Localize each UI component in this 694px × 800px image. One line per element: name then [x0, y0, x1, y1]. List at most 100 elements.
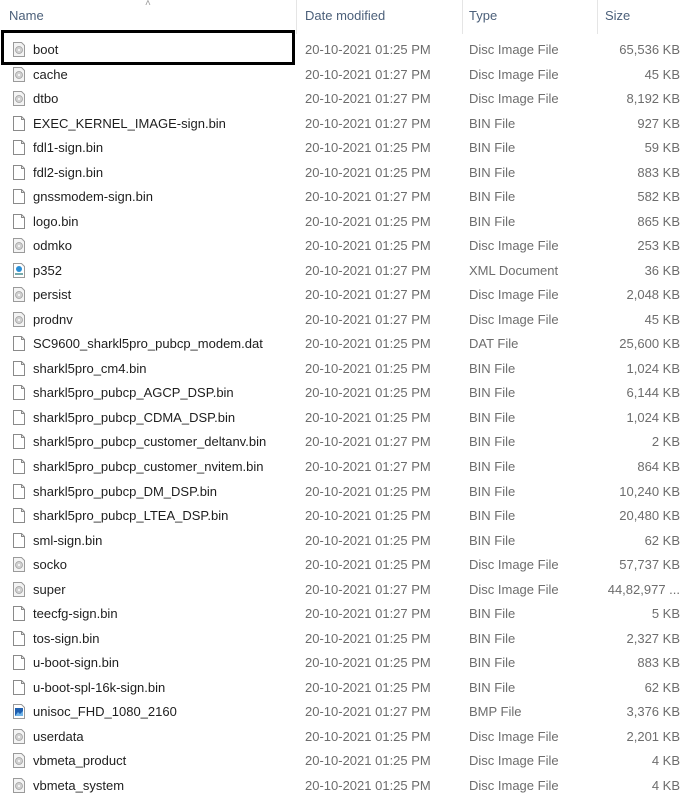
file-row[interactable]: prodnv 20-10-2021 01:27 PM Disc Image Fi…: [0, 308, 694, 332]
file-row[interactable]: SC9600_sharkl5pro_pubcp_modem.dat 20-10-…: [0, 332, 694, 356]
file-row[interactable]: p352 20-10-2021 01:27 PM XML Document 36…: [0, 259, 694, 283]
file-size: 10,240 KB: [619, 483, 680, 499]
file-row[interactable]: sharkl5pro_pubcp_LTEA_DSP.bin 20-10-2021…: [0, 504, 694, 528]
file-type: Disc Image File: [469, 728, 559, 744]
column-type[interactable]: Type: [469, 8, 497, 23]
file-type: Disc Image File: [469, 557, 559, 573]
file-size: 44,82,977 ...: [607, 581, 680, 597]
file-date: 20-10-2021 01:27 PM: [305, 581, 431, 597]
file-size: 927 KB: [637, 115, 680, 131]
file-row[interactable]: vbmeta_product 20-10-2021 01:25 PM Disc …: [0, 749, 694, 773]
file-size: 864 KB: [637, 459, 680, 474]
file-date: 20-10-2021 01:27 PM: [305, 287, 431, 303]
file-type: BIN File: [469, 213, 516, 229]
file-size: 5 KB: [651, 606, 680, 622]
file-name: sharkl5pro_pubcp_DM_DSP.bin: [33, 483, 218, 499]
file-row[interactable]: sharkl5pro_cm4.bin 20-10-2021 01:25 PM B…: [0, 357, 694, 381]
file-type: BIN File: [469, 606, 516, 622]
file-row[interactable]: EXEC_KERNEL_IMAGE-sign.bin 20-10-2021 01…: [0, 112, 694, 136]
file-type: BIN File: [469, 164, 516, 180]
file-type: Disc Image File: [469, 581, 559, 597]
file-row[interactable]: teecfg-sign.bin 20-10-2021 01:27 PM BIN …: [0, 602, 694, 626]
file-name: sharkl5pro_pubcp_AGCP_DSP.bin: [33, 385, 234, 401]
file-size: 4 KB: [651, 753, 680, 769]
file-size: 1,024 KB: [626, 409, 681, 425]
disc-file-icon: [13, 753, 25, 769]
file-file-icon: [13, 630, 25, 646]
file-date: 20-10-2021 01:25 PM: [305, 655, 431, 671]
file-type: Disc Image File: [469, 287, 559, 303]
file-name: fdl1-sign.bin: [33, 140, 104, 156]
file-size: 62 KB: [644, 532, 680, 548]
file-row[interactable]: sharkl5pro_pubcp_CDMA_DSP.bin 20-10-2021…: [0, 406, 694, 430]
file-file-icon: [13, 679, 25, 695]
column-size[interactable]: Size: [605, 8, 630, 23]
file-name: vbmeta_system: [33, 777, 125, 793]
file-size: 65,536 KB: [619, 42, 680, 57]
file-type: Disc Image File: [469, 238, 559, 254]
file-name: logo.bin: [33, 213, 79, 229]
file-row[interactable]: userdata 20-10-2021 01:25 PM Disc Image …: [0, 725, 694, 749]
file-size: 8,192 KB: [626, 91, 681, 107]
file-row[interactable]: fdl2-sign.bin 20-10-2021 01:25 PM BIN Fi…: [0, 161, 694, 185]
file-row[interactable]: cache 20-10-2021 01:27 PM Disc Image Fil…: [0, 63, 694, 87]
file-row[interactable]: sharkl5pro_pubcp_customer_nvitem.bin 20-…: [0, 455, 694, 479]
file-row[interactable]: super 20-10-2021 01:27 PM Disc Image Fil…: [0, 578, 694, 602]
file-name: sharkl5pro_pubcp_LTEA_DSP.bin: [33, 508, 229, 524]
file-size: 6,144 KB: [626, 385, 681, 401]
file-size: 865 KB: [637, 213, 680, 229]
column-divider[interactable]: [296, 0, 297, 34]
disc-file-icon: [13, 311, 25, 327]
file-row[interactable]: gnssmodem-sign.bin 20-10-2021 01:27 PM B…: [0, 185, 694, 209]
file-row[interactable]: tos-sign.bin 20-10-2021 01:25 PM BIN Fil…: [0, 627, 694, 651]
column-divider[interactable]: [462, 0, 463, 34]
file-file-icon: [13, 115, 25, 131]
file-row[interactable]: odmko 20-10-2021 01:25 PM Disc Image Fil…: [0, 234, 694, 258]
file-name: gnssmodem-sign.bin: [33, 189, 153, 205]
file-file-icon: [13, 336, 25, 352]
file-row[interactable]: persist 20-10-2021 01:27 PM Disc Image F…: [0, 283, 694, 307]
file-name: cache: [33, 66, 68, 82]
file-row[interactable]: u-boot-sign.bin 20-10-2021 01:25 PM BIN …: [0, 651, 694, 675]
file-date: 20-10-2021 01:27 PM: [305, 66, 431, 82]
disc-file-icon: [13, 287, 25, 303]
file-name: fdl2-sign.bin: [33, 164, 104, 180]
file-type: BIN File: [469, 115, 516, 131]
file-row[interactable]: sharkl5pro_pubcp_DM_DSP.bin 20-10-2021 0…: [0, 480, 694, 504]
column-divider[interactable]: [597, 0, 598, 34]
file-row[interactable]: dtbo 20-10-2021 01:27 PM Disc Image File…: [0, 87, 694, 111]
file-file-icon: [13, 140, 25, 156]
file-type: Disc Image File: [469, 66, 559, 82]
file-date: 20-10-2021 01:27 PM: [305, 91, 431, 107]
file-type: BIN File: [469, 189, 516, 205]
file-row[interactable]: sharkl5pro_pubcp_customer_deltanv.bin 20…: [0, 430, 694, 454]
file-row[interactable]: socko 20-10-2021 01:25 PM Disc Image Fil…: [0, 553, 694, 577]
file-file-icon: [13, 360, 25, 376]
file-file-icon: [13, 213, 25, 229]
file-size: 4 KB: [651, 777, 680, 793]
file-date: 20-10-2021 01:27 PM: [305, 704, 431, 720]
column-name[interactable]: Name: [9, 8, 44, 23]
file-name: unisoc_FHD_1080_2160: [33, 704, 177, 720]
bmp-file-icon: [13, 704, 25, 720]
column-header: ˄ Name Date modified Type Size: [0, 0, 694, 34]
file-type: Disc Image File: [469, 777, 559, 793]
file-row[interactable]: fdl1-sign.bin 20-10-2021 01:25 PM BIN Fi…: [0, 136, 694, 160]
file-row[interactable]: sml-sign.bin 20-10-2021 01:25 PM BIN Fil…: [0, 529, 694, 553]
file-name: sharkl5pro_pubcp_customer_deltanv.bin: [33, 434, 267, 450]
file-row[interactable]: unisoc_FHD_1080_2160 20-10-2021 01:27 PM…: [0, 700, 694, 724]
file-row[interactable]: sharkl5pro_pubcp_AGCP_DSP.bin 20-10-2021…: [0, 381, 694, 405]
column-date-modified[interactable]: Date modified: [305, 8, 385, 23]
file-date: 20-10-2021 01:27 PM: [305, 311, 431, 327]
file-size: 59 KB: [644, 140, 680, 156]
file-date: 20-10-2021 01:25 PM: [305, 360, 431, 376]
file-row[interactable]: u-boot-spl-16k-sign.bin 20-10-2021 01:25…: [0, 676, 694, 700]
file-type: BIN File: [469, 360, 516, 376]
file-file-icon: [13, 606, 25, 622]
file-name: sharkl5pro_pubcp_customer_nvitem.bin: [33, 459, 264, 474]
file-row[interactable]: logo.bin 20-10-2021 01:25 PM BIN File 86…: [0, 210, 694, 234]
file-type: BMP File: [469, 704, 522, 720]
file-row[interactable]: vbmeta_system 20-10-2021 01:25 PM Disc I…: [0, 774, 694, 798]
file-date: 20-10-2021 01:25 PM: [305, 213, 431, 229]
file-type: BIN File: [469, 409, 516, 425]
